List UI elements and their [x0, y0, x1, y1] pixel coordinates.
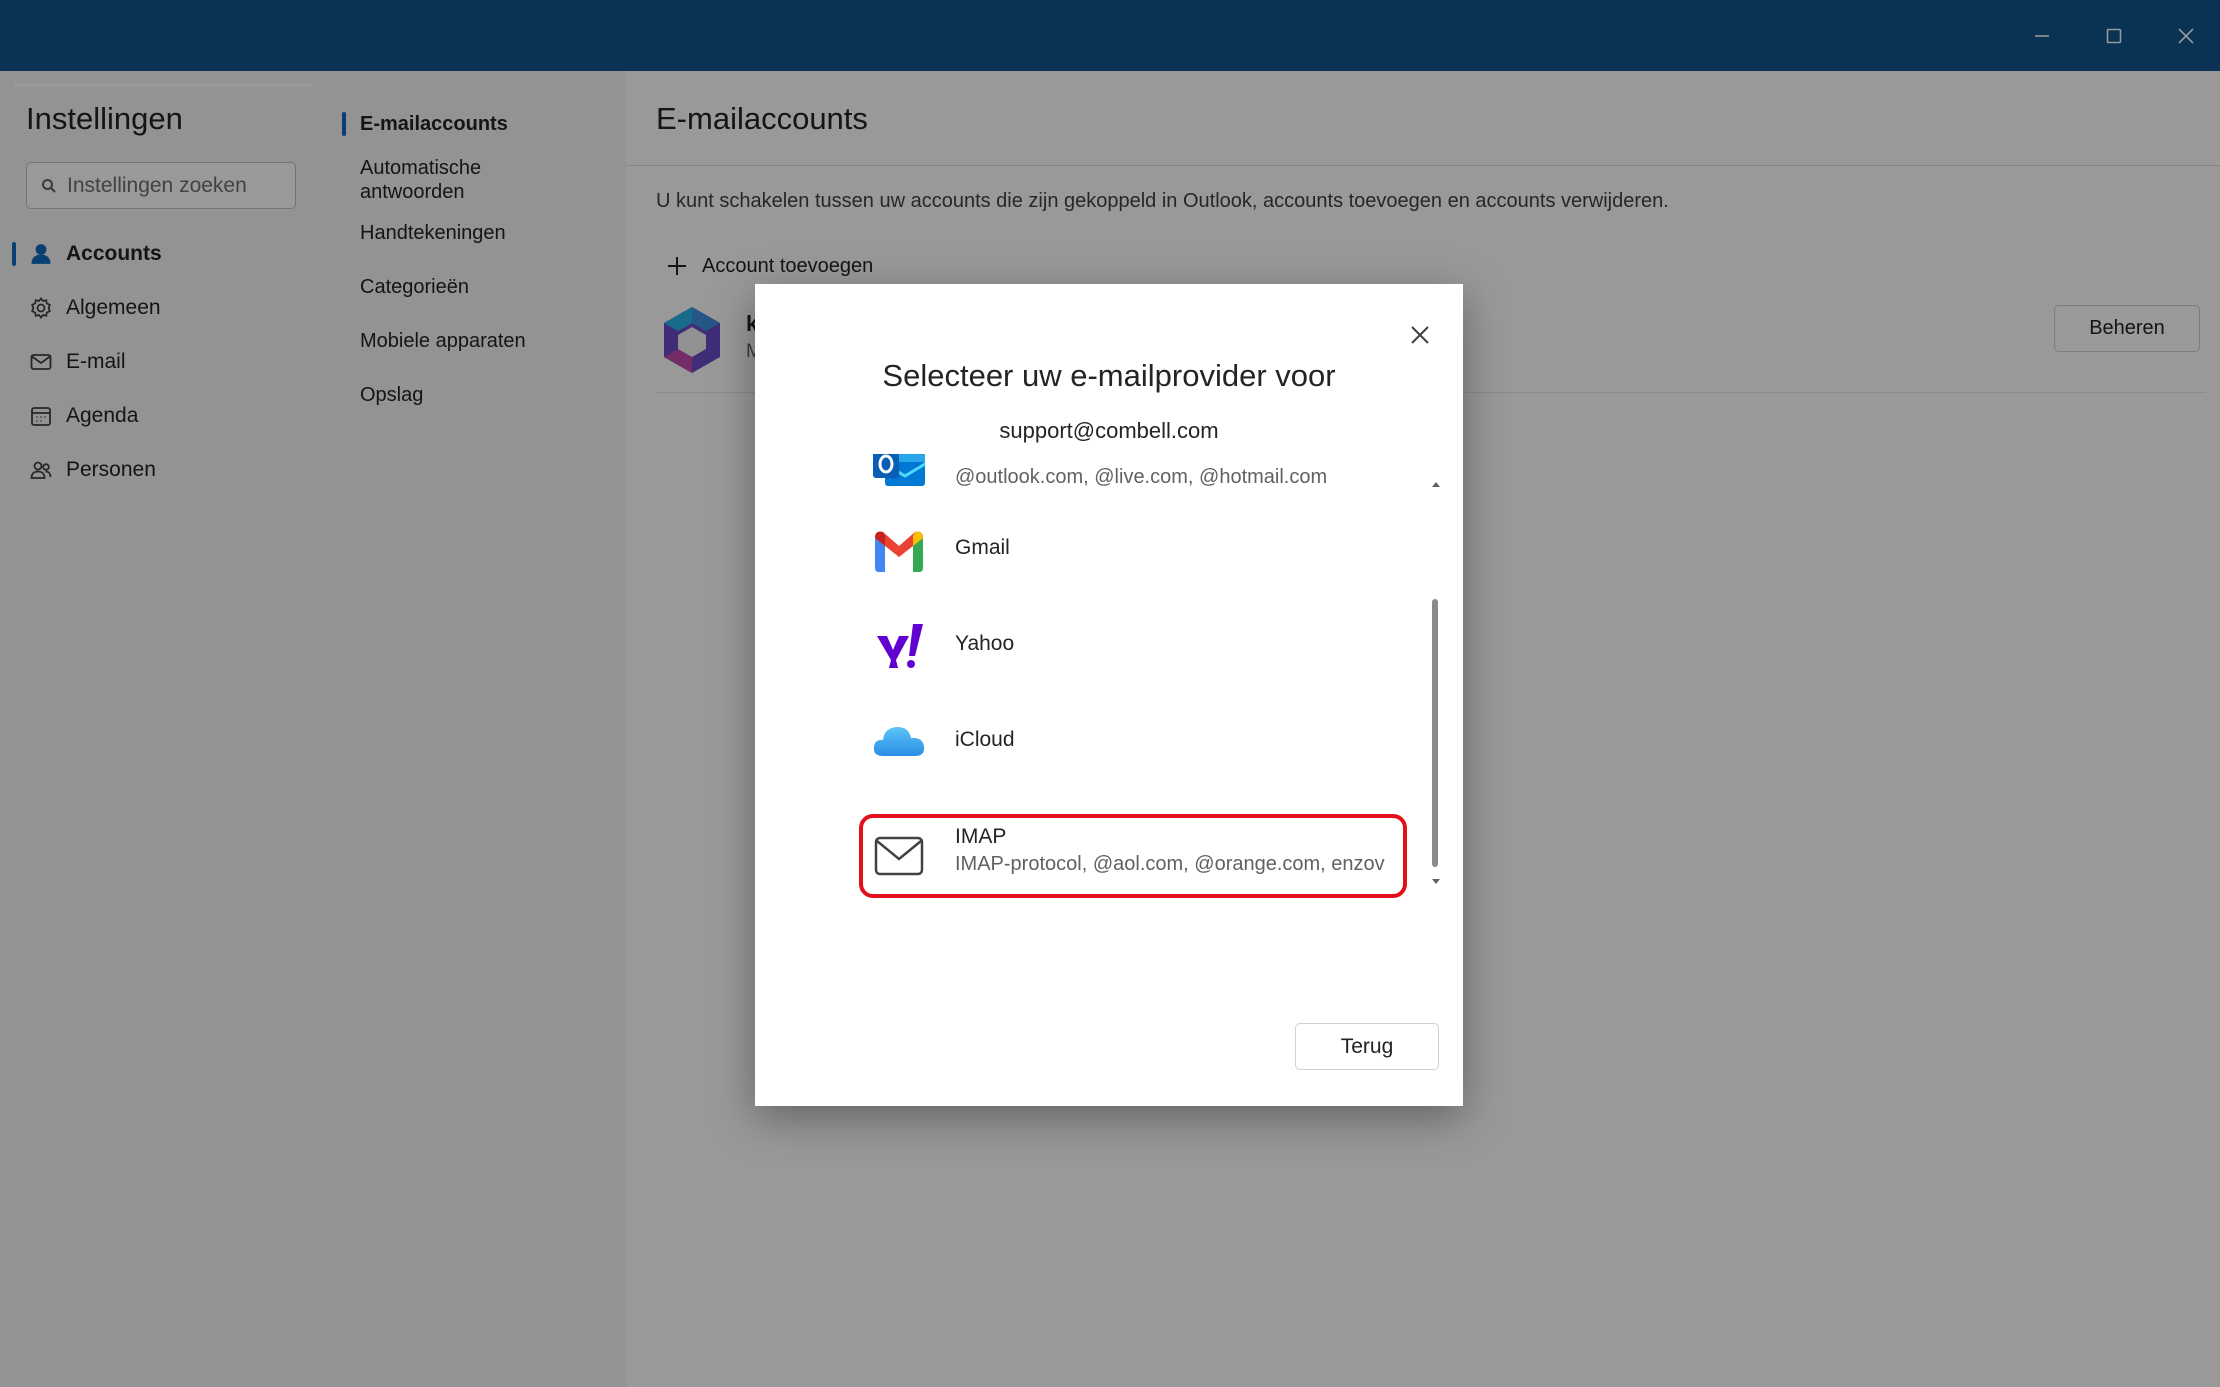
- provider-description: IMAP-protocol, @aol.com, @orange.com, en…: [955, 853, 1385, 875]
- provider-description: @outlook.com, @live.com, @hotmail.com: [955, 466, 1328, 488]
- email-provider-dialog: Selecteer uw e-mailprovider voor support…: [755, 284, 1463, 1106]
- provider-list: @outlook.com, @live.com, @hotmail.com Gm…: [859, 454, 1419, 904]
- scroll-down-icon[interactable]: [1429, 876, 1443, 888]
- gmail-icon: [875, 531, 923, 572]
- provider-gmail[interactable]: Gmail: [859, 510, 1399, 590]
- dialog-title: Selecteer uw e-mailprovider voor: [882, 358, 1336, 393]
- icloud-icon: [873, 727, 925, 756]
- provider-imap[interactable]: IMAP IMAP-protocol, @aol.com, @orange.co…: [859, 816, 1399, 896]
- back-button[interactable]: Terug: [1295, 1023, 1439, 1070]
- yahoo-icon: [877, 624, 923, 668]
- provider-name: Gmail: [955, 536, 1010, 559]
- provider-name: iCloud: [955, 728, 1015, 751]
- scrollbar-thumb[interactable]: [1432, 599, 1438, 867]
- provider-name: IMAP: [955, 825, 1007, 848]
- provider-icloud[interactable]: iCloud: [859, 702, 1399, 782]
- dialog-email: support@combell.com: [999, 418, 1219, 443]
- envelope-icon: [874, 836, 924, 876]
- provider-name: Yahoo: [955, 632, 1015, 655]
- dialog-close-icon[interactable]: [1397, 312, 1443, 358]
- provider-yahoo[interactable]: Yahoo: [859, 606, 1399, 686]
- outlook-icon: [873, 454, 926, 486]
- provider-outlook[interactable]: @outlook.com, @live.com, @hotmail.com: [859, 454, 1399, 504]
- scroll-up-icon[interactable]: [1429, 478, 1443, 490]
